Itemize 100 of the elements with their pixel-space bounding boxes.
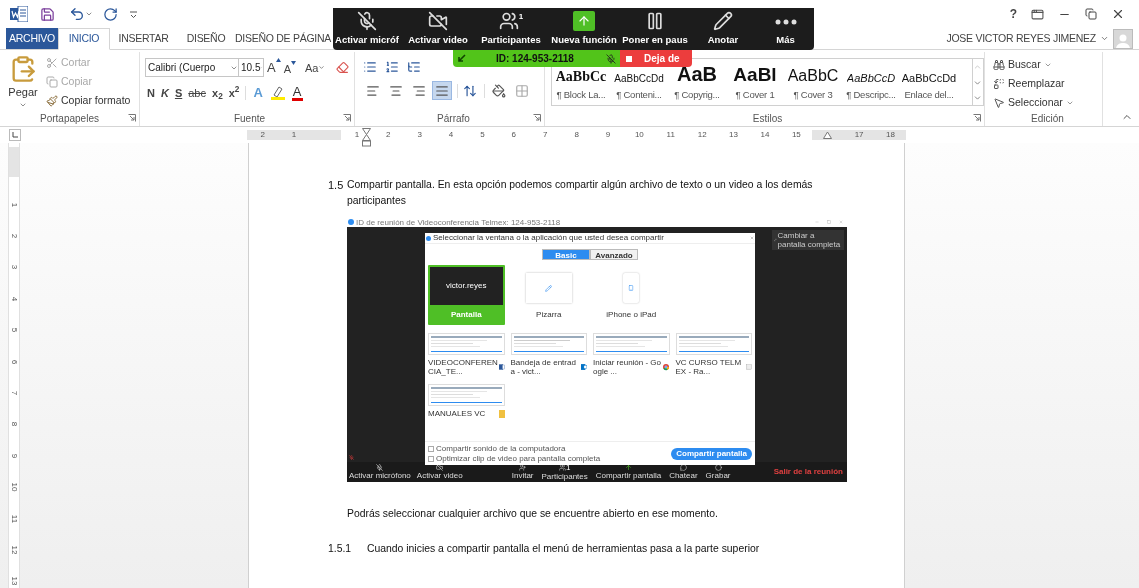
change-case-button[interactable]: Aa bbox=[305, 59, 326, 76]
option-checkbox[interactable]: Compartir sonido de la computadora bbox=[428, 443, 601, 454]
format-button[interactable]: x$^{2}$ bbox=[228, 84, 240, 101]
word-logo-icon[interactable] bbox=[10, 6, 28, 22]
customize-icon[interactable] bbox=[130, 10, 137, 18]
meeting-control[interactable]: Anotar bbox=[689, 8, 757, 50]
format-button[interactable]: N bbox=[147, 84, 155, 101]
undo-icon[interactable] bbox=[69, 6, 85, 22]
ruler-number: 4 bbox=[10, 296, 18, 302]
style-preset[interactable]: AaBbCc ¶ Block La... bbox=[552, 67, 610, 105]
bullets-icon[interactable] bbox=[363, 60, 377, 74]
format-button[interactable]: x$_{2}$ bbox=[212, 84, 223, 101]
format-button[interactable]: S bbox=[174, 84, 183, 101]
share-option-tile[interactable]: Iniciar reunión - Google ... bbox=[593, 333, 670, 376]
ruler-number: 8 bbox=[574, 131, 579, 139]
highlighter-icon[interactable] bbox=[269, 85, 286, 101]
calendar-app-icon bbox=[746, 363, 752, 371]
pointer-icon bbox=[993, 96, 1005, 109]
save-icon[interactable] bbox=[40, 6, 55, 22]
option-checkbox[interactable]: Optimizar clip de video para pantalla completa bbox=[428, 453, 601, 464]
ribbon-tab[interactable]: DISEÑO bbox=[177, 28, 235, 49]
style-preset[interactable]: AaBl ¶ Cover 1 bbox=[726, 67, 784, 105]
group-label: Estilos bbox=[752, 111, 783, 126]
meeting-control[interactable]: 1 Participantes bbox=[541, 463, 588, 481]
close-icon[interactable] bbox=[1111, 7, 1125, 21]
style-preset[interactable]: AaB ¶ Copyrig... bbox=[668, 67, 726, 105]
meeting-control[interactable]: Grabar bbox=[705, 464, 731, 480]
font-name-field[interactable]: Calibri (Cuerpo bbox=[145, 58, 239, 78]
ribbon-display-icon[interactable] bbox=[1031, 7, 1044, 21]
editing-command[interactable]: Reemplazar bbox=[993, 75, 1102, 92]
stop-share-button[interactable]: Deja de bbox=[620, 50, 692, 67]
caret-icon[interactable] bbox=[85, 10, 93, 18]
help-button[interactable]: ? bbox=[1009, 5, 1017, 23]
style-preset[interactable]: AaBbCcDd ¶ Conteni... bbox=[610, 67, 668, 105]
meeting-control[interactable]: Chatear bbox=[669, 464, 698, 480]
meeting-control[interactable]: 1 Participantes bbox=[475, 8, 547, 50]
shading-icon[interactable] bbox=[492, 83, 506, 98]
meeting-control[interactable]: Activar video bbox=[401, 8, 475, 50]
ruler-number: 11 bbox=[10, 514, 18, 523]
format-button[interactable]: abc bbox=[188, 84, 206, 101]
style-preset[interactable]: AaBbC ¶ Cover 3 bbox=[784, 67, 842, 105]
user-name[interactable]: JOSE VICTOR REYES JIMENEZ bbox=[946, 30, 1096, 47]
shrink-font-button[interactable]: A bbox=[283, 60, 296, 77]
numbering-icon[interactable] bbox=[385, 60, 399, 74]
users-icon bbox=[498, 10, 519, 31]
share-option-tile[interactable]: VC CURSO TELMEX - Ra... bbox=[675, 333, 752, 376]
ruler-number: 18 bbox=[886, 131, 895, 139]
meeting-control[interactable]: Nueva función bbox=[547, 8, 621, 50]
font-size-field[interactable]: 10.5 bbox=[238, 58, 264, 78]
dialog-launcher-icon[interactable] bbox=[128, 114, 136, 122]
clipboard-command[interactable]: Copiar formato bbox=[46, 92, 131, 109]
meeting-control[interactable]: Compartir pantalla bbox=[595, 464, 662, 480]
dialog-tab[interactable]: Avanzado bbox=[590, 249, 638, 260]
dialog-launcher-icon[interactable] bbox=[533, 114, 541, 122]
redo-icon[interactable] bbox=[103, 6, 118, 22]
ruler-number: 9 bbox=[10, 453, 18, 459]
ribbon-tab[interactable]: INICIO bbox=[58, 28, 110, 50]
dialog-launcher-icon[interactable] bbox=[343, 114, 351, 122]
ribbon-tab[interactable]: ARCHIVO bbox=[6, 28, 58, 49]
meeting-control[interactable]: Más bbox=[757, 8, 814, 50]
caret-icon[interactable] bbox=[1100, 34, 1109, 43]
meeting-control[interactable]: Activar micróf bbox=[333, 8, 401, 50]
grow-font-button[interactable]: A bbox=[267, 58, 281, 78]
clear-format-icon[interactable] bbox=[336, 61, 350, 75]
paste-button[interactable]: Pegar bbox=[6, 54, 40, 109]
restore-icon[interactable] bbox=[1085, 8, 1097, 20]
meeting-control[interactable]: Activar video bbox=[416, 464, 463, 480]
share-option-tile[interactable]: victor.reyes Pantalla bbox=[428, 265, 505, 325]
align-justify-icon bbox=[435, 83, 449, 98]
multilevel-list-icon[interactable] bbox=[407, 60, 421, 74]
leave-meeting-button[interactable]: Salir de la reunión bbox=[773, 466, 845, 478]
indent-marker-icon[interactable] bbox=[823, 131, 833, 139]
style-preset[interactable]: AaBbCcD ¶ Descripc... bbox=[842, 67, 900, 105]
meeting-control[interactable]: Activar micrófono bbox=[349, 464, 411, 480]
ruler-number: 1 bbox=[10, 202, 18, 207]
line-spacing-icon[interactable] bbox=[463, 83, 477, 98]
indent-marker-icon[interactable] bbox=[362, 128, 371, 148]
font-color-button[interactable]: A bbox=[291, 84, 303, 101]
format-button[interactable]: K bbox=[160, 84, 169, 101]
meeting-control[interactable]: Poner en paus bbox=[621, 8, 689, 50]
editing-command[interactable]: Seleccionar bbox=[993, 94, 1102, 111]
ruler-number: 12 bbox=[10, 545, 18, 555]
phone-icon bbox=[628, 285, 635, 291]
ruler-number: 1 bbox=[291, 131, 297, 139]
meeting-control[interactable]: Invitar bbox=[511, 464, 534, 480]
ribbon-tab[interactable]: INSERTAR bbox=[110, 28, 177, 49]
align-right-icon bbox=[412, 83, 426, 98]
share-option-tile[interactable]: MANUALES VC bbox=[428, 384, 505, 418]
dialog-launcher-icon[interactable] bbox=[973, 114, 981, 122]
ruler-number: 5 bbox=[10, 328, 18, 333]
editing-command[interactable]: Buscar bbox=[993, 56, 1102, 73]
align-button[interactable] bbox=[432, 81, 452, 100]
tab-selector[interactable] bbox=[9, 129, 21, 141]
fullscreen-button[interactable]: Cambiar a pantalla completa bbox=[772, 230, 844, 250]
ruler-number: 3 bbox=[10, 265, 18, 270]
share-option-tile[interactable]: VIDEOCONFERENCIA_TE... bbox=[428, 333, 505, 376]
ribbon-tab[interactable]: DISEÑO DE PÁGINA bbox=[235, 28, 331, 49]
stop-icon bbox=[626, 55, 632, 62]
share-option-tile[interactable]: Bandeja de entrada - vict... bbox=[510, 333, 587, 376]
style-preset[interactable]: AaBbCcDd Enlace del... bbox=[900, 67, 958, 105]
